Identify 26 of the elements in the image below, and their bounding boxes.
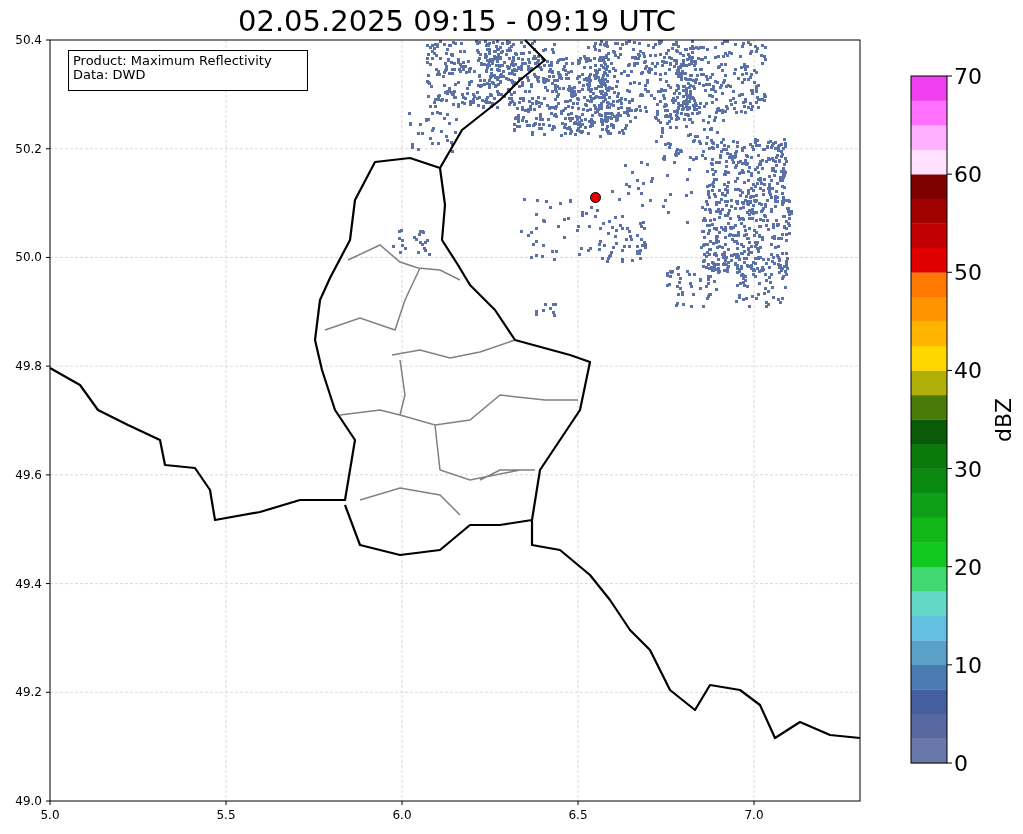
y-tick-label: 50.0 [15, 250, 42, 265]
info-text: Product: Maximum Reflectivity [73, 54, 272, 68]
y-tick-label: 50.4 [15, 33, 42, 47]
colorbar-tick-label: 40 [954, 358, 982, 384]
y-tick-label: 49.8 [15, 359, 42, 374]
colorbar-tick-label: 70 [954, 64, 982, 89]
radar-station-marker [590, 192, 601, 203]
y-tick-label: 49.2 [15, 685, 42, 700]
chart-title: 02.05.2025 09:15 - 09:19 UTC [238, 4, 676, 38]
y-tick-label: 50.2 [15, 141, 42, 156]
x-tick-label: 5.0 [40, 808, 60, 822]
colorbar-tick-label: 50 [954, 260, 982, 286]
x-tick-label: 6.5 [568, 808, 588, 822]
colorbar-tick-label: 20 [954, 554, 982, 580]
x-tick-label: 6.0 [392, 808, 412, 822]
y-tick-label: 49.4 [15, 576, 42, 591]
colorbar-tick-label: 10 [954, 652, 982, 678]
colorbar-tick-label: 0 [954, 751, 968, 776]
x-tick-label: 7.0 [744, 808, 764, 822]
x-tick-label: 5.5 [216, 808, 236, 822]
colorbar-tick-label: 60 [954, 162, 982, 188]
y-tick-label: 49.0 [15, 794, 42, 808]
colorbar-label: dBZ [991, 397, 1016, 443]
colorbar-tick-label: 30 [954, 456, 982, 482]
info-text: Data: DWD [73, 68, 146, 82]
y-tick-label: 49.6 [15, 467, 42, 482]
